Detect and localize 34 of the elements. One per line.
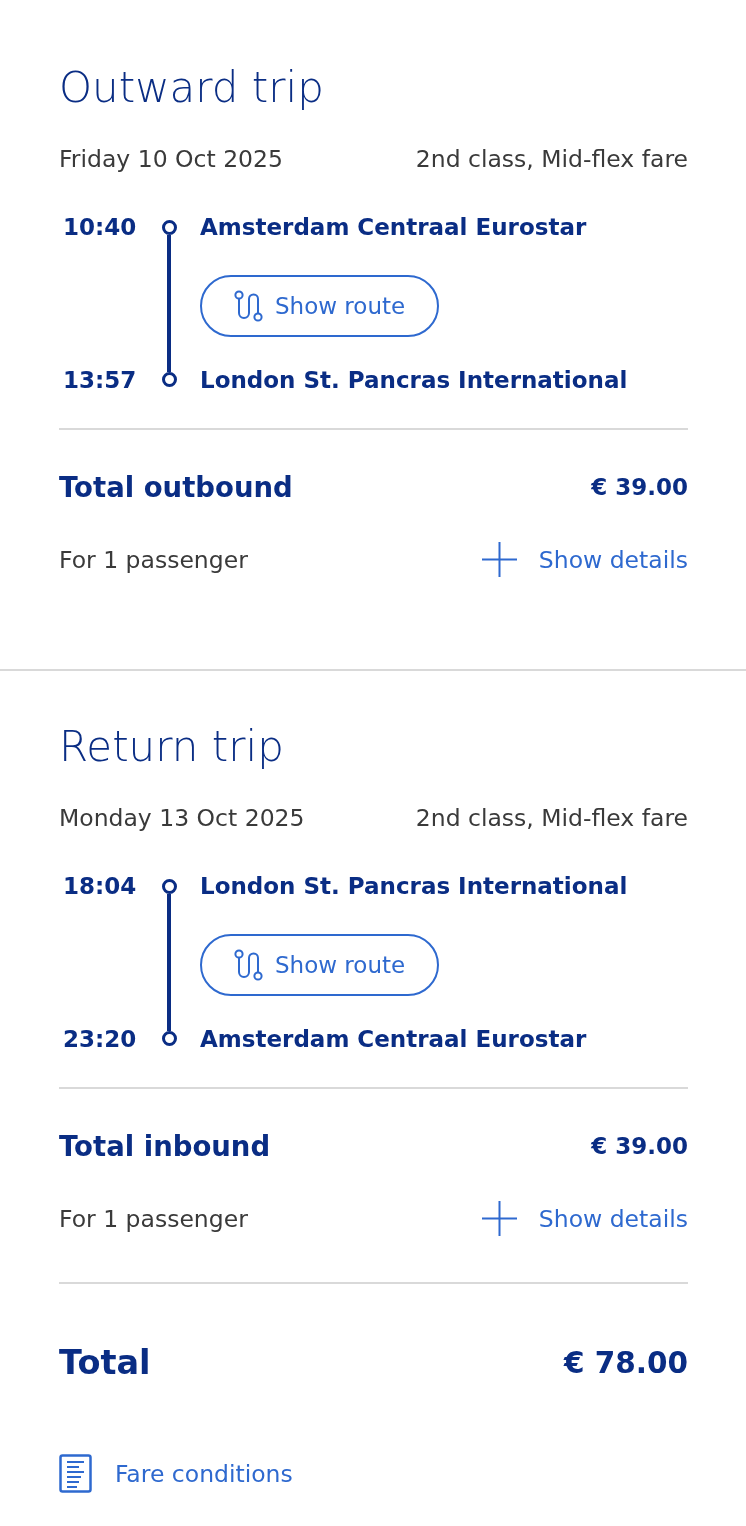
stop-time: 13:57: [62, 366, 137, 395]
total-label: Total: [59, 1342, 151, 1384]
fare-class: 2nd class, Mid-flex fare: [415, 803, 688, 833]
stop-time: 10:40: [62, 213, 137, 242]
document-icon: [59, 1454, 92, 1493]
subtotal-price: € 39.00: [591, 1132, 688, 1161]
subtotal-price: € 39.00: [591, 473, 688, 502]
station-name: London St. Pancras International: [199, 872, 628, 901]
station-name: Amsterdam Centraal Eurostar: [199, 1025, 587, 1054]
plus-icon: [481, 542, 517, 577]
fare-conditions-link[interactable]: Fare conditions: [59, 1454, 293, 1493]
trip-title: Return trip: [59, 722, 285, 772]
station-name: London St. Pancras International: [199, 366, 628, 395]
trip-date: Friday 10 Oct 2025: [59, 144, 283, 174]
passenger-count: For 1 passenger: [59, 544, 248, 575]
station-name: Amsterdam Centraal Eurostar: [199, 213, 587, 242]
stop-time: 23:20: [62, 1025, 137, 1054]
trip-date: Monday 13 Oct 2025: [59, 803, 305, 833]
show-route-button[interactable]: Show route: [200, 275, 440, 337]
fare-class: 2nd class, Mid-flex fare: [415, 144, 688, 174]
plus-icon: [481, 1201, 517, 1236]
total-price: € 78.00: [563, 1345, 688, 1382]
show-details-button[interactable]: Show details: [481, 542, 688, 577]
stop-time: 18:04: [62, 872, 137, 901]
passenger-count: For 1 passenger: [59, 1203, 248, 1234]
route-icon: [234, 290, 264, 322]
subtotal-label: Total outbound: [59, 470, 293, 504]
show-route-button[interactable]: Show route: [200, 934, 440, 996]
stop-marker-icon: [161, 1031, 177, 1046]
subtotal-label: Total inbound: [59, 1129, 271, 1163]
trip-title: Outward trip: [59, 63, 325, 113]
stop-marker-icon: [161, 372, 177, 387]
route-icon: [234, 949, 264, 981]
show-details-button[interactable]: Show details: [481, 1201, 688, 1236]
